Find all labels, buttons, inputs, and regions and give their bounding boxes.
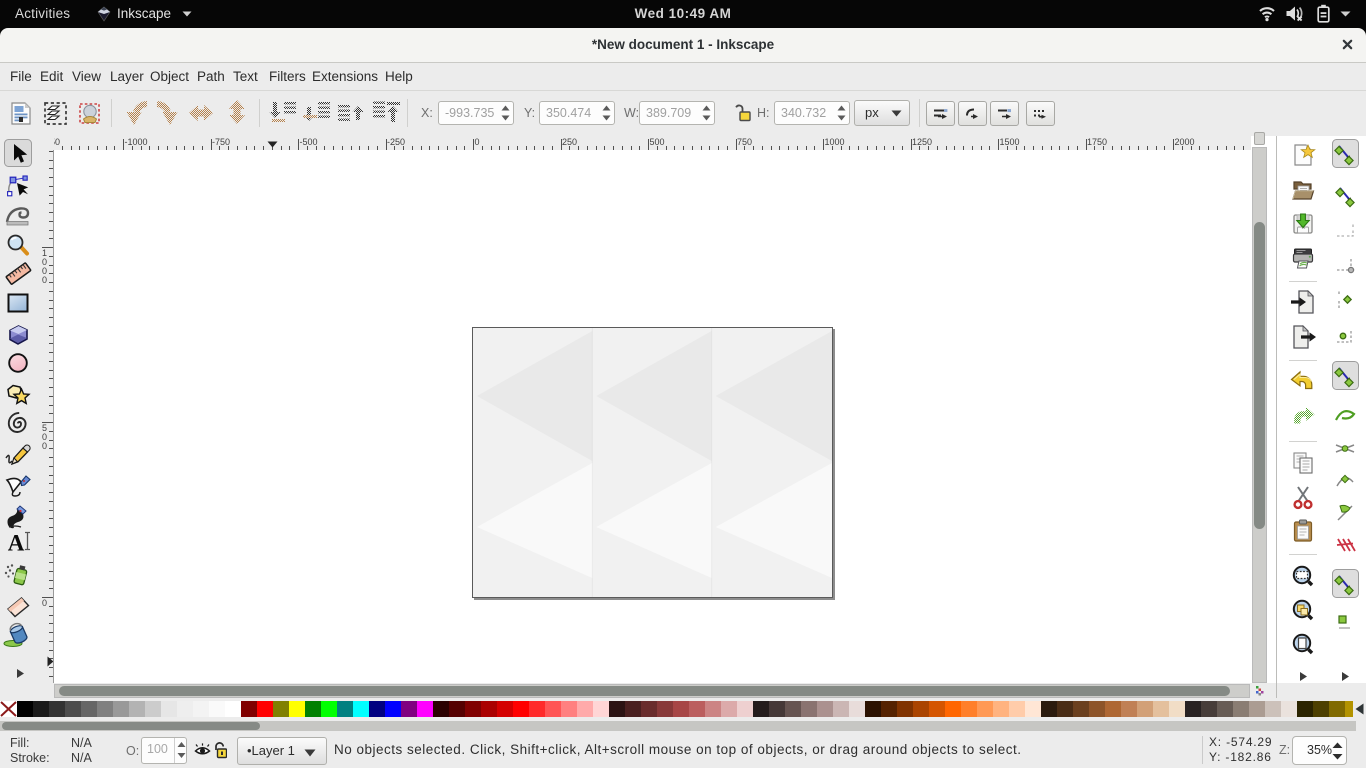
svg-text:A: A (8, 531, 25, 556)
